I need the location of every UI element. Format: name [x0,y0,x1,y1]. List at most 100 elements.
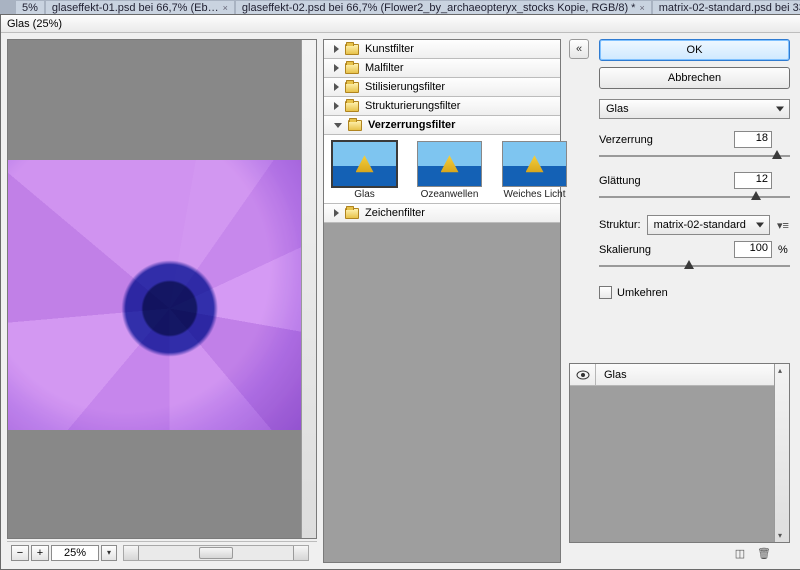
glaettung-slider[interactable] [599,191,790,203]
scrollbar-thumb-horizontal[interactable] [199,547,233,559]
slider-thumb[interactable] [684,260,694,269]
tab-label: glaseffekt-02.psd bei 66,7% (Flower2_by_… [242,2,636,14]
scrollbar-vertical[interactable] [774,364,789,542]
checkbox-icon[interactable] [599,286,612,299]
scrollbar-thumb-vertical[interactable] [304,48,314,70]
document-tab[interactable]: 5% [16,1,44,15]
thumbnail-icon [332,141,397,187]
zoom-in-button[interactable]: + [31,545,49,561]
thumb-label: Ozeanwellen [417,189,482,200]
skalierung-input[interactable]: 100 [734,241,772,258]
settings-panel: « OK Abbrechen Glas Verzerrung 18 Glättu… [563,33,800,569]
filter-category-verzerrungsfilter[interactable]: Verzerrungsfilter [324,116,560,135]
collapse-tree-button[interactable]: « [569,39,589,59]
tab-label: 5% [22,2,38,14]
folder-icon [345,44,359,55]
checkbox-label: Umkehren [617,287,668,299]
effect-layers-footer: ◫ 🗑 [569,543,790,563]
close-icon[interactable]: × [639,3,644,13]
category-label: Strukturierungsfilter [365,100,460,112]
param-label: Verzerrung [599,134,728,146]
category-label: Stilisierungsfilter [365,81,445,93]
umkehren-checkbox-row[interactable]: Umkehren [599,286,790,299]
skalierung-slider[interactable] [599,260,790,272]
preview-image [8,160,302,430]
category-label: Zeichenfilter [365,207,425,219]
layer-name: Glas [596,369,635,381]
param-glaettung: Glättung 12 [599,172,790,189]
filter-gallery-dialog: Glas (25%) − + 25% Kunstfilter Malfi [0,14,800,570]
menu-icon: ▾≡ [777,219,789,232]
folder-icon [345,63,359,74]
cancel-button[interactable]: Abbrechen [599,67,790,89]
filter-thumb-glas[interactable]: Glas [332,141,397,200]
thumb-label: Weiches Licht [502,189,567,200]
slider-thumb[interactable] [751,191,761,200]
preview-panel: − + 25% [1,33,319,569]
param-label: Struktur: [599,219,641,231]
new-layer-icon: ◫ [735,547,745,560]
filter-thumbnails: Glas Ozeanwellen Weiches Licht [324,135,560,204]
filter-type-select[interactable]: Glas [599,99,790,119]
unit-label: % [778,244,790,256]
disclosure-icon [334,64,339,72]
folder-icon [345,208,359,219]
filter-tree: Kunstfilter Malfilter Stilisierungsfilte… [323,39,561,563]
category-label: Kunstfilter [365,43,414,55]
effect-layers-panel: Glas [569,363,790,543]
verzerrung-input[interactable]: 18 [734,131,772,148]
filter-category-zeichenfilter[interactable]: Zeichenfilter [324,204,560,223]
eye-icon [576,370,590,380]
ok-button[interactable]: OK [599,39,790,61]
folder-icon [345,82,359,93]
filter-category-malfilter[interactable]: Malfilter [324,59,560,78]
chevron-left-icon: « [576,43,582,55]
filter-thumb-ozeanwellen[interactable]: Ozeanwellen [417,141,482,200]
tab-label: glaseffekt-01.psd bei 66,7% (Eb… [52,2,219,14]
param-skalierung: Skalierung 100 % [599,241,790,258]
delete-effect-layer-button[interactable]: 🗑 [758,547,770,559]
filter-tree-panel: Kunstfilter Malfilter Stilisierungsfilte… [319,33,563,569]
zoom-out-button[interactable]: − [11,545,29,561]
glaettung-input[interactable]: 12 [734,172,772,189]
disclosure-icon [334,209,339,217]
filter-category-stilisierungsfilter[interactable]: Stilisierungsfilter [324,78,560,97]
new-effect-layer-button[interactable]: ◫ [734,547,746,559]
folder-icon [348,120,362,131]
folder-icon [345,101,359,112]
visibility-toggle[interactable] [570,364,596,385]
effect-layer-row[interactable]: Glas [570,364,789,386]
document-tab[interactable]: glaseffekt-01.psd bei 66,7% (Eb… × [46,1,234,15]
preview-viewport[interactable] [7,39,317,539]
param-verzerrung: Verzerrung 18 [599,131,790,148]
select-value: matrix-02-standard [654,219,746,231]
verzerrung-slider[interactable] [599,150,790,162]
document-tab[interactable]: glaseffekt-02.psd bei 66,7% (Flower2_by_… [236,1,651,15]
param-label: Skalierung [599,244,728,256]
document-tab[interactable]: matrix-02-standard.psd bei 33…× [653,1,800,15]
filter-category-strukturierungsfilter[interactable]: Strukturierungsfilter [324,97,560,116]
tree-empty-area [324,223,560,562]
disclosure-icon [334,102,339,110]
category-label: Verzerrungsfilter [368,119,455,131]
struktur-menu-button[interactable]: ▾≡ [776,218,790,232]
zoom-level-field[interactable]: 25% [51,545,99,561]
preview-zoom-bar: − + 25% [7,541,317,563]
select-value: Glas [606,103,629,115]
scrollbar-horizontal[interactable] [123,545,309,561]
close-icon[interactable]: × [223,3,228,13]
thumbnail-icon [502,141,567,187]
disclosure-icon [334,83,339,91]
trash-icon: 🗑 [757,547,771,560]
filter-thumb-weiches-licht[interactable]: Weiches Licht [502,141,567,200]
thumb-label: Glas [332,189,397,200]
zoom-dropdown-button[interactable] [101,545,117,561]
param-struktur: Struktur: matrix-02-standard ▾≡ [599,215,790,235]
category-label: Malfilter [365,62,404,74]
dialog-title: Glas (25%) [7,18,62,30]
thumbnail-icon [417,141,482,187]
filter-category-kunstfilter[interactable]: Kunstfilter [324,40,560,59]
slider-thumb[interactable] [772,150,782,159]
dialog-titlebar[interactable]: Glas (25%) [1,15,800,33]
struktur-select[interactable]: matrix-02-standard [647,215,770,235]
